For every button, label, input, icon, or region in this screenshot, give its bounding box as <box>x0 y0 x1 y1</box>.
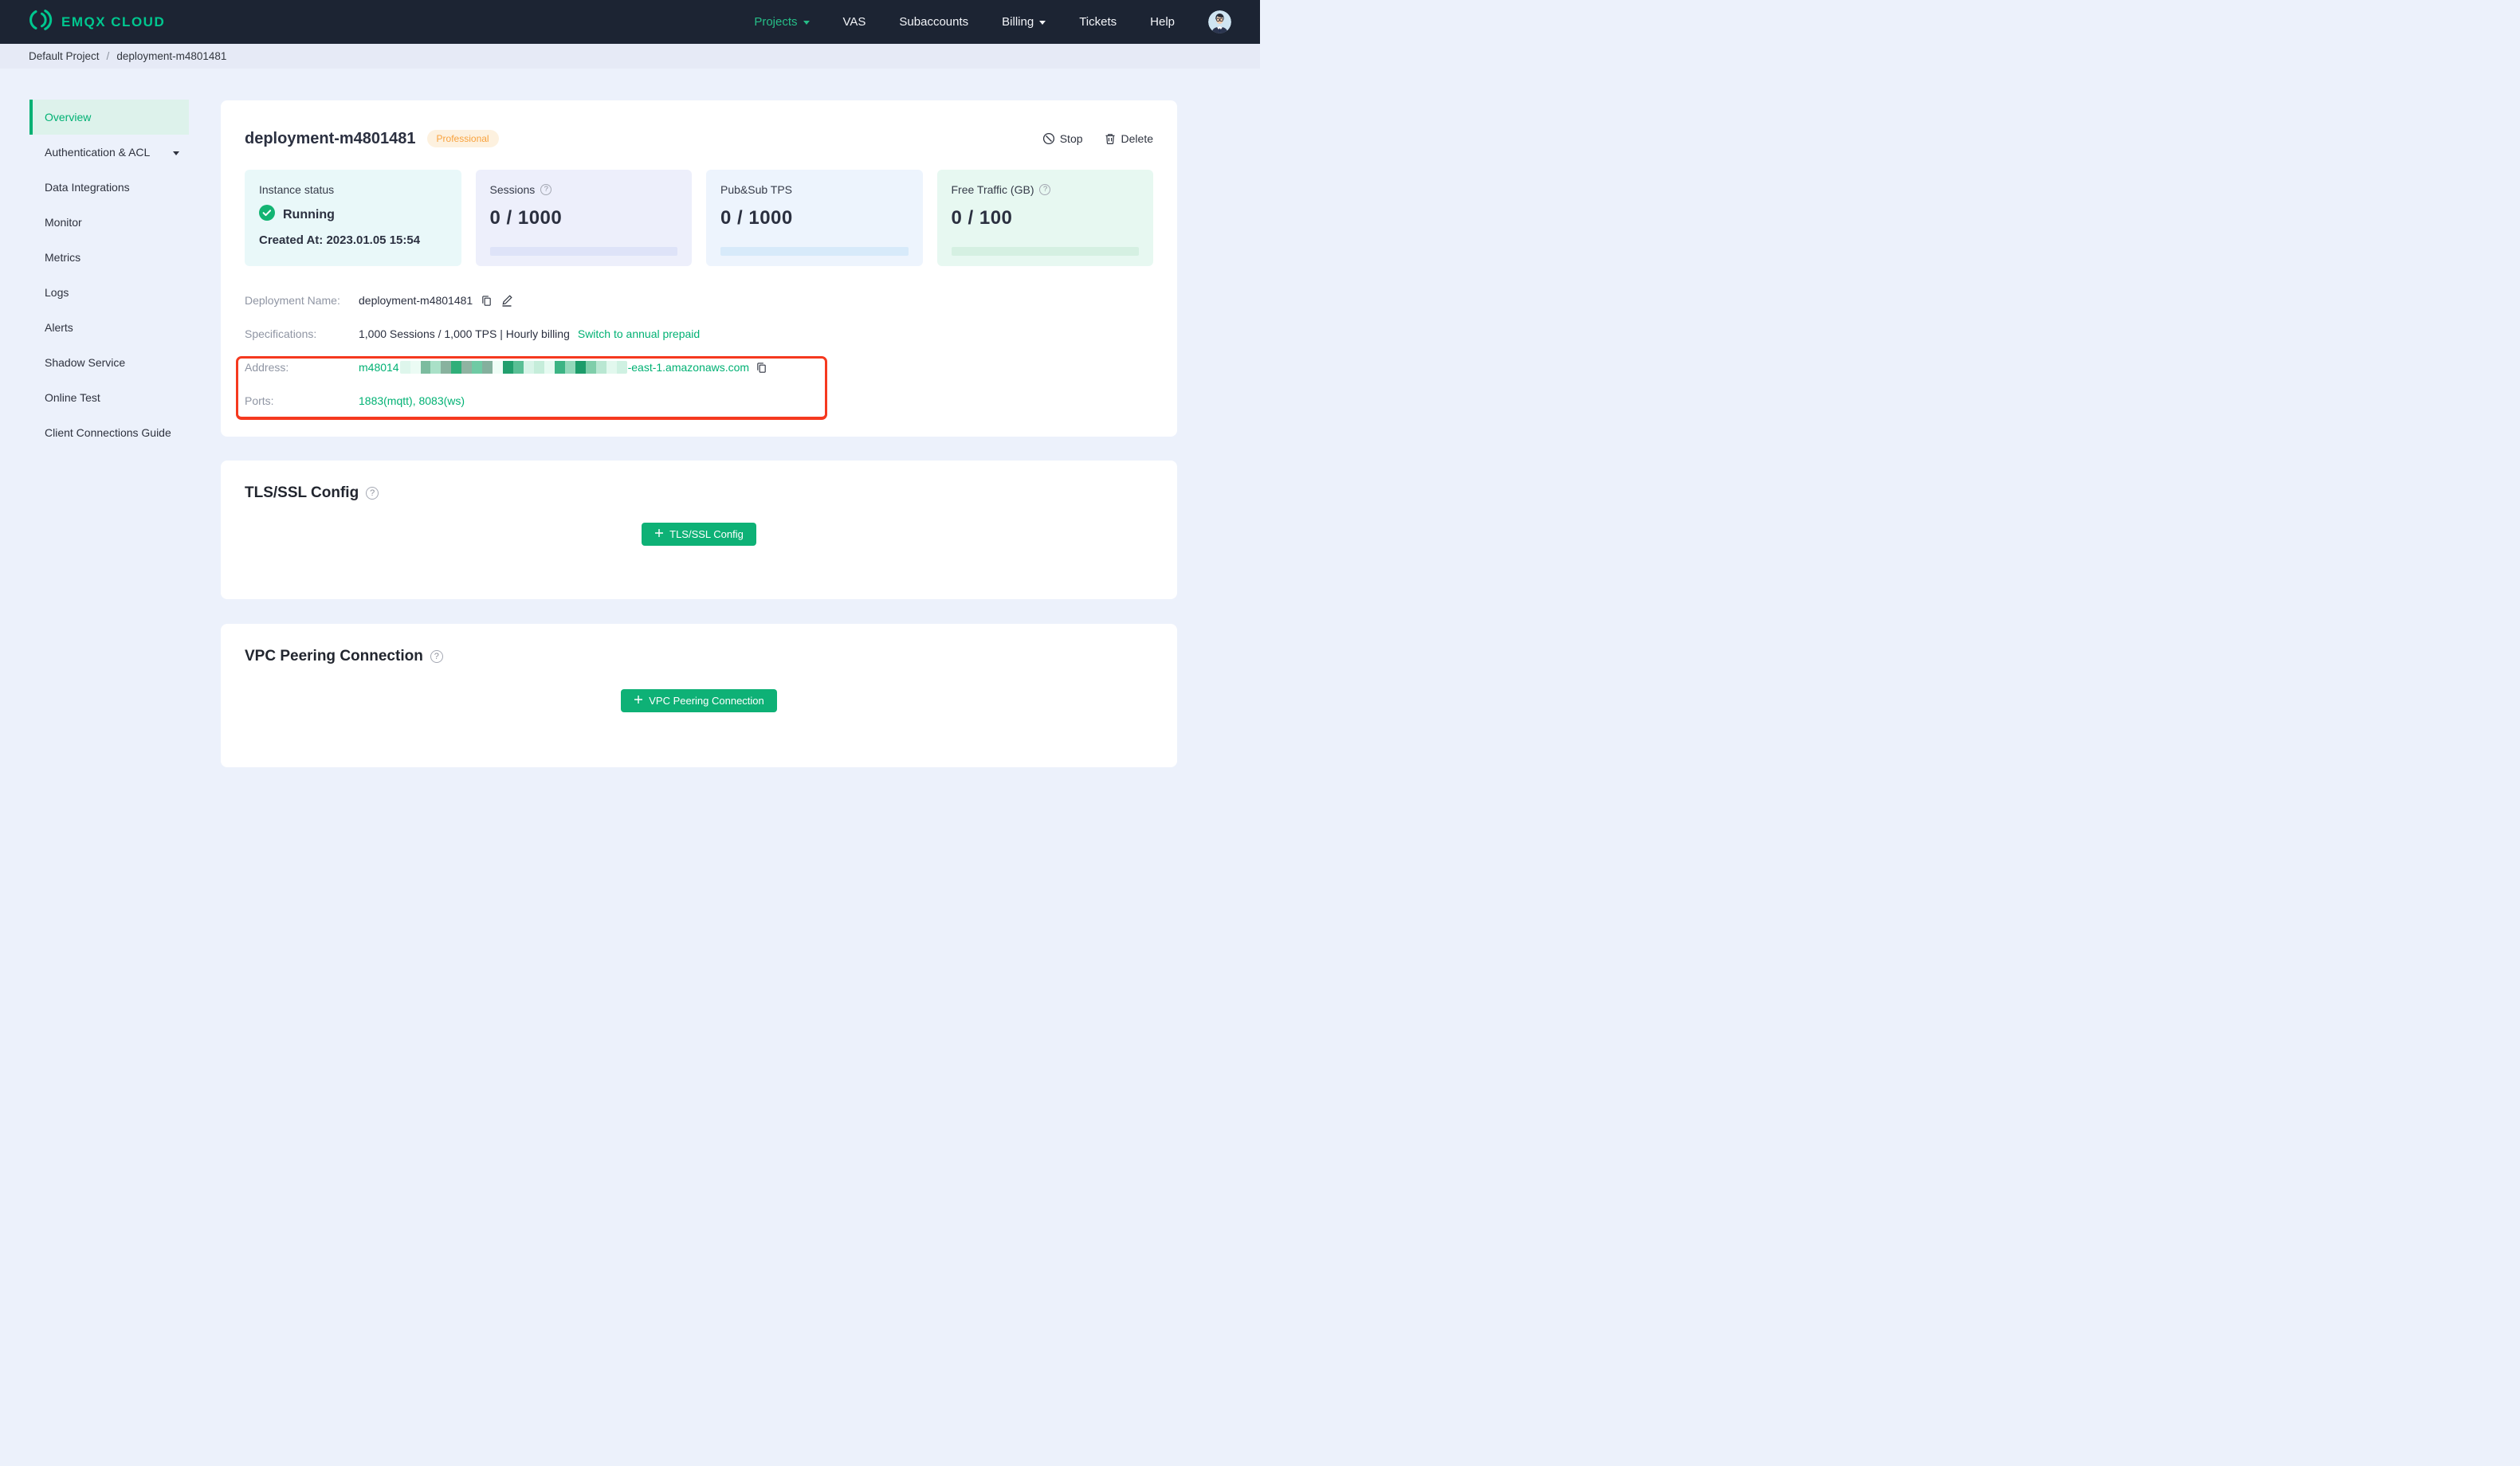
breadcrumb-deployment[interactable]: deployment-m4801481 <box>116 50 226 62</box>
chevron-down-icon <box>1039 21 1046 25</box>
sidebar-item-data-integrations[interactable]: Data Integrations <box>29 170 189 205</box>
stat-card-instance-status: Instance status Running Created At: 2023… <box>245 170 461 266</box>
breadcrumb-separator: / <box>106 50 110 62</box>
address-redacted <box>399 361 627 374</box>
sidebar-item-alerts[interactable]: Alerts <box>29 310 189 345</box>
detail-row-name: Deployment Name: deployment-m4801481 <box>245 284 1153 317</box>
traffic-value: 0 / 100 <box>951 207 1013 229</box>
nav-item-subaccounts[interactable]: Subaccounts <box>899 15 968 29</box>
detail-row-address: Address: m48014 -east-1.amazonaws.com <box>245 351 1153 384</box>
stat-card-sessions: Sessions 0 / 1000 <box>475 170 692 266</box>
emqx-logo-icon <box>27 7 53 37</box>
add-vpc-peering-button[interactable]: VPC Peering Connection <box>621 689 777 712</box>
deployment-overview-card: deployment-m4801481 Professional Stop De… <box>221 100 1177 437</box>
plus-icon <box>634 695 643 707</box>
deployment-name-value: deployment-m4801481 <box>359 294 473 307</box>
edit-pen-icon[interactable] <box>500 294 513 307</box>
sidebar-item-shadow-service[interactable]: Shadow Service <box>29 345 189 380</box>
copy-icon[interactable] <box>481 295 493 307</box>
help-icon[interactable] <box>1039 184 1051 195</box>
sidebar: Overview Authentication & ACL Data Integ… <box>29 100 189 450</box>
switch-annual-prepaid-link[interactable]: Switch to annual prepaid <box>578 327 700 340</box>
sidebar-item-overview[interactable]: Overview <box>29 100 189 135</box>
chevron-down-icon <box>803 21 810 25</box>
specifications-value: 1,000 Sessions / 1,000 TPS | Hourly bill… <box>359 327 570 340</box>
stop-icon <box>1042 132 1055 145</box>
plus-icon <box>654 528 664 540</box>
sidebar-item-monitor[interactable]: Monitor <box>29 205 189 240</box>
sessions-value: 0 / 1000 <box>489 207 563 229</box>
created-at: Created At: 2023.01.05 15:54 <box>259 233 421 247</box>
deployment-details: Deployment Name: deployment-m4801481 Spe… <box>245 284 1153 417</box>
stat-card-pubsub-tps: Pub&Sub TPS 0 / 1000 <box>706 170 923 266</box>
help-icon[interactable] <box>366 487 379 500</box>
sidebar-item-authentication-acl[interactable]: Authentication & ACL <box>29 135 189 170</box>
sidebar-item-online-test[interactable]: Online Test <box>29 380 189 415</box>
stat-card-free-traffic: Free Traffic (GB) 0 / 100 <box>936 170 1153 266</box>
sidebar-item-metrics[interactable]: Metrics <box>29 240 189 275</box>
sidebar-item-client-connections-guide[interactable]: Client Connections Guide <box>29 415 189 450</box>
nav-item-tickets[interactable]: Tickets <box>1079 15 1117 29</box>
plan-badge: Professional <box>426 130 499 147</box>
breadcrumb-project[interactable]: Default Project <box>29 50 100 62</box>
detail-row-specifications: Specifications: 1,000 Sessions / 1,000 T… <box>245 327 701 340</box>
vpc-peering-card: VPC Peering Connection VPC Peering Conne… <box>221 624 1177 767</box>
user-avatar[interactable] <box>1208 10 1231 33</box>
help-icon[interactable] <box>540 184 552 195</box>
stats-row: Instance status Running Created At: 2023… <box>245 170 1153 266</box>
sessions-progress-bar <box>489 247 677 256</box>
main-content: deployment-m4801481 Professional Stop De… <box>221 100 1177 767</box>
nav-item-billing[interactable]: Billing <box>1002 15 1046 29</box>
vpc-section-title: VPC Peering Connection <box>245 648 423 664</box>
ports-value: 1883(mqtt), 8083(ws) <box>359 394 465 407</box>
delete-button[interactable]: Delete <box>1104 132 1153 145</box>
chevron-down-icon <box>173 151 179 155</box>
logo-text: EMQX CLOUD <box>61 14 166 29</box>
top-navbar: EMQX CLOUD Projects VAS Subaccounts Bill… <box>0 0 1260 44</box>
nav-item-vas[interactable]: VAS <box>843 15 866 29</box>
trash-icon <box>1104 132 1117 145</box>
add-tls-ssl-config-button[interactable]: TLS/SSL Config <box>642 523 756 546</box>
help-icon[interactable] <box>430 650 443 663</box>
status-running: Running <box>283 207 335 221</box>
nav-item-help[interactable]: Help <box>1150 15 1175 29</box>
nav-menu: Projects VAS Subaccounts Billing Tickets… <box>754 10 1231 33</box>
tls-ssl-config-card: TLS/SSL Config TLS/SSL Config <box>221 461 1177 599</box>
deployment-title: deployment-m4801481 <box>245 129 416 147</box>
tps-value: 0 / 1000 <box>720 207 793 229</box>
traffic-progress-bar <box>951 247 1139 256</box>
tls-section-title: TLS/SSL Config <box>245 484 359 501</box>
breadcrumb: Default Project / deployment-m4801481 <box>0 44 1260 69</box>
stop-button[interactable]: Stop <box>1042 132 1083 145</box>
emqx-cloud-logo[interactable]: EMQX CLOUD <box>27 7 165 37</box>
copy-icon[interactable] <box>756 362 767 374</box>
address-value: m48014 -east-1.amazonaws.com <box>359 361 750 374</box>
sidebar-item-logs[interactable]: Logs <box>29 275 189 310</box>
check-circle-icon <box>259 205 275 225</box>
detail-row-ports: Ports: 1883(mqtt), 8083(ws) <box>245 394 465 407</box>
tps-progress-bar <box>720 247 909 256</box>
nav-item-projects[interactable]: Projects <box>754 15 810 29</box>
